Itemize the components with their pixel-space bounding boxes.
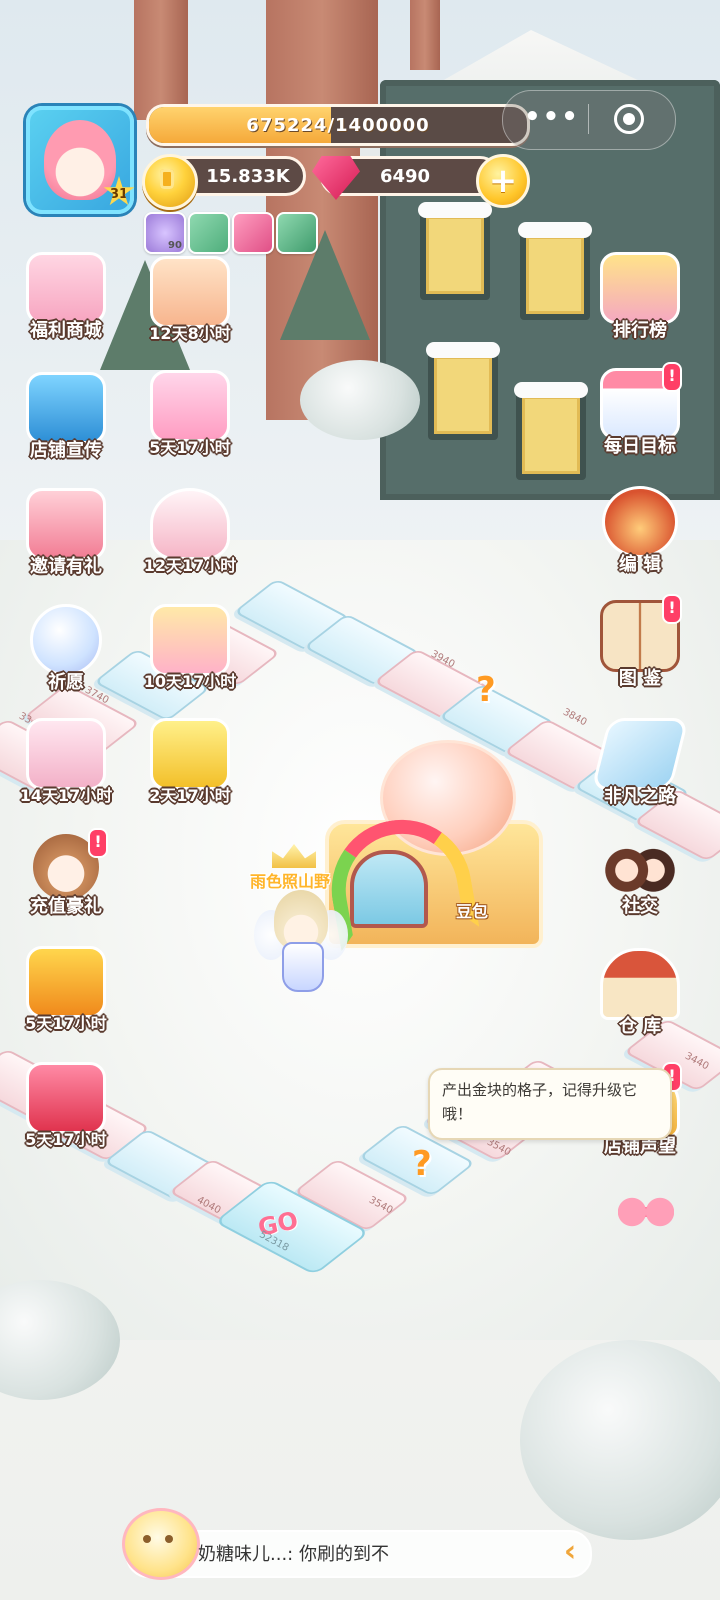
menu-gift-bag[interactable]: 5天17小时 xyxy=(6,1062,126,1150)
event-pot[interactable]: 12天17小时 xyxy=(130,488,250,576)
menu-welfare-shop[interactable]: 福利商城 xyxy=(6,252,126,342)
more-menu-button[interactable]: ••• xyxy=(524,104,578,134)
exp-text: 675224/1400000 xyxy=(246,114,430,136)
character-head xyxy=(274,890,328,950)
house-window xyxy=(514,382,588,480)
question-mark-icon: ? xyxy=(476,670,496,710)
gingerbread-house-icon xyxy=(26,718,106,790)
couple-icon xyxy=(603,834,677,900)
menu-label: 10天17小时 xyxy=(143,672,237,691)
question-mark-icon: ? xyxy=(412,1144,432,1184)
character-body xyxy=(282,942,324,992)
buff-count: 90 xyxy=(168,240,182,251)
dice-board-icon xyxy=(591,718,689,790)
notification-badge: ! xyxy=(662,362,682,392)
menu-label: 店铺宣传 xyxy=(30,440,102,461)
heart-buff-icon[interactable] xyxy=(232,212,274,254)
hint-tooltip: 产出金块的格子，记得升级它哦！ xyxy=(428,1068,672,1140)
menu-ranking[interactable]: 排行榜 xyxy=(580,252,700,342)
coin-icon xyxy=(142,154,198,210)
snow-bush xyxy=(300,360,420,440)
menu-label: 14天17小时 xyxy=(19,786,113,805)
menu-recharge[interactable]: ! 充值豪礼 xyxy=(6,828,126,918)
exp-bar: 675224/1400000 xyxy=(146,104,530,146)
player-name: 雨色照山野 xyxy=(250,872,331,891)
snow-bush xyxy=(520,1340,720,1540)
menu-edit[interactable]: 编 辑 xyxy=(580,486,700,576)
menu-label: 祈愿 xyxy=(48,672,84,693)
menu-warehouse[interactable]: 仓 库 xyxy=(580,948,700,1038)
menu-label: 12天8小时 xyxy=(149,324,231,343)
close-target-icon[interactable] xyxy=(614,104,644,134)
tree-trunk xyxy=(266,0,378,420)
menu-daily-goal[interactable]: ! 每日目标 xyxy=(580,362,700,458)
game-scene: GO 52318 3540 3540 4040 3540 3840 3940 3… xyxy=(0,0,720,1600)
menu-gingerbread[interactable]: 14天17小时 xyxy=(6,718,126,806)
macaron-tower-icon xyxy=(150,370,230,442)
menu-label: 社交 xyxy=(622,896,658,917)
clover-pot-icon xyxy=(150,488,230,560)
pink-bow-icon[interactable] xyxy=(618,1192,674,1232)
capsule-divider xyxy=(588,104,589,134)
menu-album[interactable]: ! 图 鉴 xyxy=(580,594,700,690)
menu-invite[interactable]: 邀请有礼 xyxy=(6,488,126,578)
menu-label: 12天17小时 xyxy=(143,556,237,575)
gem-amount: 6490 xyxy=(379,165,431,187)
cupcake-scroll-icon xyxy=(150,256,230,328)
house-window xyxy=(426,342,500,440)
tree-trunk xyxy=(410,0,440,70)
menu-path[interactable]: 非凡之路 xyxy=(580,718,700,808)
menu-label: 5天17小时 xyxy=(149,438,231,457)
menu-label: 福利商城 xyxy=(30,320,102,341)
menu-label: 5天17小时 xyxy=(25,1130,107,1149)
event-cake[interactable]: 10天17小时 xyxy=(130,604,250,692)
menu-wish[interactable]: 祈愿 xyxy=(6,604,126,694)
gift-bag-icon xyxy=(26,1062,106,1134)
menu-label: 排行榜 xyxy=(613,320,667,341)
menu-label: 5天17小时 xyxy=(25,1014,107,1033)
menu-gift-box[interactable]: 5天17小时 xyxy=(6,946,126,1034)
event-box[interactable]: 2天17小时 xyxy=(130,718,250,806)
chat-message: 奶糖味儿...: 你刷的到不 xyxy=(198,1544,389,1565)
menu-label: 每日目标 xyxy=(604,436,676,457)
house-window xyxy=(418,202,492,300)
flower-buff-icon[interactable] xyxy=(276,212,318,254)
event-scroll[interactable]: 12天8小时 xyxy=(130,256,250,344)
player-character[interactable] xyxy=(254,890,348,996)
tool-buff-icon[interactable] xyxy=(188,212,230,254)
notification-badge: ! xyxy=(88,828,108,858)
add-gems-button[interactable]: + xyxy=(476,154,530,208)
invite-envelope-icon xyxy=(26,488,106,560)
camera-icon xyxy=(26,372,106,444)
welfare-shop-icon xyxy=(26,252,106,324)
menu-label: 充值豪礼 xyxy=(30,896,102,917)
hammer-toolbox-icon xyxy=(602,486,678,558)
chat-bubble-icon[interactable] xyxy=(122,1508,200,1580)
treasure-box-icon xyxy=(150,718,230,790)
wish-crystal-icon xyxy=(30,604,102,676)
chat-expand-arrow-icon[interactable]: ‹ xyxy=(556,1534,584,1570)
menu-label: 编 辑 xyxy=(618,554,662,575)
gift-box-icon xyxy=(26,946,106,1018)
tree-trunk xyxy=(134,0,188,120)
coin-amount: 15.833K xyxy=(206,165,290,187)
menu-social[interactable]: 社交 xyxy=(580,834,700,918)
menu-label: 图 鉴 xyxy=(618,668,662,689)
menu-label: 非凡之路 xyxy=(604,786,676,807)
notification-badge: ! xyxy=(662,594,682,624)
warehouse-icon xyxy=(600,948,680,1020)
podium-icon xyxy=(600,252,680,324)
menu-shop-promo[interactable]: 店铺宣传 xyxy=(6,372,126,462)
menu-label: 2天17小时 xyxy=(149,786,231,805)
menu-label: 邀请有礼 xyxy=(30,556,102,577)
shop-name: 豆包 xyxy=(456,902,489,921)
menu-label: 仓 库 xyxy=(618,1016,662,1037)
tiered-cake-icon xyxy=(150,604,230,676)
event-macaron[interactable]: 5天17小时 xyxy=(130,370,250,458)
